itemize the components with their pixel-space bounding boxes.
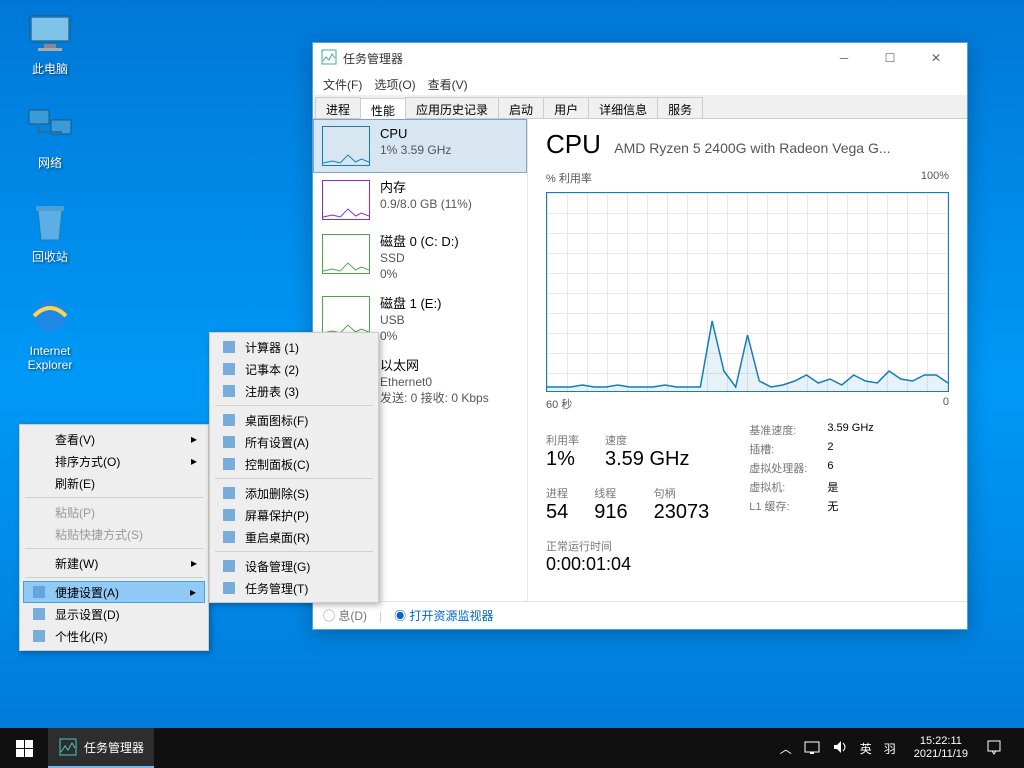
taskmanager-window: 任务管理器 ─ ☐ ✕ 文件(F) 选项(O) 查看(V) 进程 性能 应用历史… [312, 42, 968, 630]
submenu-arrow-icon: ▸ [191, 454, 197, 468]
calc-icon [219, 339, 239, 355]
menu-options[interactable]: 选项(O) [368, 74, 421, 95]
note-icon [219, 361, 239, 377]
computer-icon [26, 10, 74, 58]
settings-submenu: 计算器 (1)记事本 (2)注册表 (3) 桌面图标(F)所有设置(A)控制面板(… [209, 332, 379, 603]
task-icon [219, 580, 239, 596]
tab-bar: 进程 性能 应用历史记录 启动 用户 详细信息 服务 [313, 95, 967, 119]
tab-processes[interactable]: 进程 [315, 97, 361, 118]
window-title: 任务管理器 [343, 50, 821, 67]
tray-chevron-icon[interactable]: ︿ [780, 740, 792, 757]
menu-item[interactable]: 计算器 (1) [213, 336, 375, 358]
taskbar: 任务管理器 ︿ 英 羽 15:22:11 2021/11/19 [0, 728, 1024, 768]
menu-item[interactable]: 重启桌面(R) [213, 526, 375, 548]
gear-icon [29, 584, 49, 600]
desktop-icon-network[interactable]: 网络 [12, 104, 88, 170]
minimize-button[interactable]: ─ [821, 43, 867, 73]
menu-item: 粘贴快捷方式(S) [23, 523, 205, 545]
menu-item[interactable]: 排序方式(O)▸ [23, 450, 205, 472]
perf-item-cpu[interactable]: CPU1% 3.59 GHz [313, 119, 527, 173]
tray-notifications-icon[interactable] [986, 739, 1002, 758]
perf-item--[interactable]: 内存0.9/8.0 GB (11%) [313, 173, 527, 227]
reg-icon [219, 383, 239, 399]
menu-item: 粘贴(P) [23, 501, 205, 523]
menu-item[interactable]: 控制面板(C) [213, 453, 375, 475]
app-icon [321, 49, 337, 68]
system-tray: ︿ 英 羽 15:22:11 2021/11/19 [776, 735, 1024, 761]
menu-item[interactable]: 设备管理(G) [213, 555, 375, 577]
menu-item[interactable]: 所有设置(A) [213, 431, 375, 453]
restart-icon [219, 529, 239, 545]
panel-icon [219, 456, 239, 472]
menu-item[interactable]: 查看(V)▸ [23, 428, 205, 450]
perf-thumb [322, 126, 370, 166]
tray-volume-icon[interactable] [832, 739, 848, 758]
submenu-arrow-icon: ▸ [191, 556, 197, 570]
menu-item[interactable]: 任务管理(T) [213, 577, 375, 599]
tab-services[interactable]: 服务 [657, 97, 703, 118]
cpu-heading: CPU [546, 129, 601, 160]
menu-item[interactable]: 个性化(R) [23, 625, 205, 647]
menu-item[interactable]: 记事本 (2) [213, 358, 375, 380]
perf-thumb [322, 296, 370, 336]
close-button[interactable]: ✕ [913, 43, 959, 73]
tray-ime2[interactable]: 羽 [884, 740, 896, 757]
cpu-model: AMD Ryzen 5 2400G with Radeon Vega G... [614, 140, 890, 156]
tab-performance[interactable]: 性能 [360, 98, 406, 119]
desktop-context-menu: 查看(V)▸排序方式(O)▸刷新(E) 粘贴(P)粘贴快捷方式(S) 新建(W)▸ 便… [19, 424, 209, 651]
taskbar-app-taskmanager[interactable]: 任务管理器 [48, 728, 154, 768]
menu-item[interactable]: 注册表 (3) [213, 380, 375, 402]
tray-ime1[interactable]: 英 [860, 740, 872, 757]
ie-icon [26, 292, 74, 340]
desk-icon [219, 412, 239, 428]
start-button[interactable] [0, 728, 48, 768]
menu-item[interactable]: 刷新(E) [23, 472, 205, 494]
tab-details[interactable]: 详细信息 [588, 97, 658, 118]
tab-apphistory[interactable]: 应用历史记录 [405, 97, 499, 118]
util-max: 100% [921, 170, 949, 186]
util-label: % 利用率 [546, 170, 592, 186]
maximize-button[interactable]: ☐ [867, 43, 913, 73]
menu-item[interactable]: 桌面图标(F) [213, 409, 375, 431]
tab-startup[interactable]: 启动 [498, 97, 544, 118]
desktop-icon-ie[interactable]: Internet Explorer [12, 292, 88, 372]
statusbar: ◯ 息(D) | ◉ 打开资源监视器 [313, 601, 967, 629]
submenu-arrow-icon: ▸ [191, 432, 197, 446]
resource-monitor-link[interactable]: ◉ 打开资源监视器 [394, 607, 493, 624]
perf-item--0-c-d-[interactable]: 磁盘 0 (C: D:)SSD 0% [313, 227, 527, 289]
menu-item[interactable]: 便捷设置(A)▸ [23, 581, 205, 603]
titlebar[interactable]: 任务管理器 ─ ☐ ✕ [313, 43, 967, 73]
menu-view[interactable]: 查看(V) [422, 74, 474, 95]
recycle-bin-icon [26, 198, 74, 246]
menubar: 文件(F) 选项(O) 查看(V) [313, 73, 967, 95]
menu-item[interactable]: 新建(W)▸ [23, 552, 205, 574]
menu-item[interactable]: 添加删除(S) [213, 482, 375, 504]
brush-icon [29, 628, 49, 644]
perf-thumb [322, 180, 370, 220]
tab-users[interactable]: 用户 [543, 97, 589, 118]
display-icon [29, 606, 49, 622]
menu-item[interactable]: 显示设置(D) [23, 603, 205, 625]
tray-clock[interactable]: 15:22:11 2021/11/19 [908, 735, 974, 761]
add-icon [219, 485, 239, 501]
screen-icon [219, 507, 239, 523]
perf-detail: CPU AMD Ryzen 5 2400G with Radeon Vega G… [528, 119, 967, 601]
device-icon [219, 558, 239, 574]
menu-item[interactable]: 屏幕保护(P) [213, 504, 375, 526]
cpu-chart [546, 192, 949, 392]
gear-icon [219, 434, 239, 450]
perf-thumb [322, 234, 370, 274]
submenu-arrow-icon: ▸ [190, 585, 196, 599]
desktop-icon-computer[interactable]: 此电脑 [12, 10, 88, 76]
network-icon [26, 104, 74, 152]
tray-network-icon[interactable] [804, 739, 820, 758]
menu-file[interactable]: 文件(F) [317, 74, 368, 95]
desktop-icon-recycle[interactable]: 回收站 [12, 198, 88, 264]
